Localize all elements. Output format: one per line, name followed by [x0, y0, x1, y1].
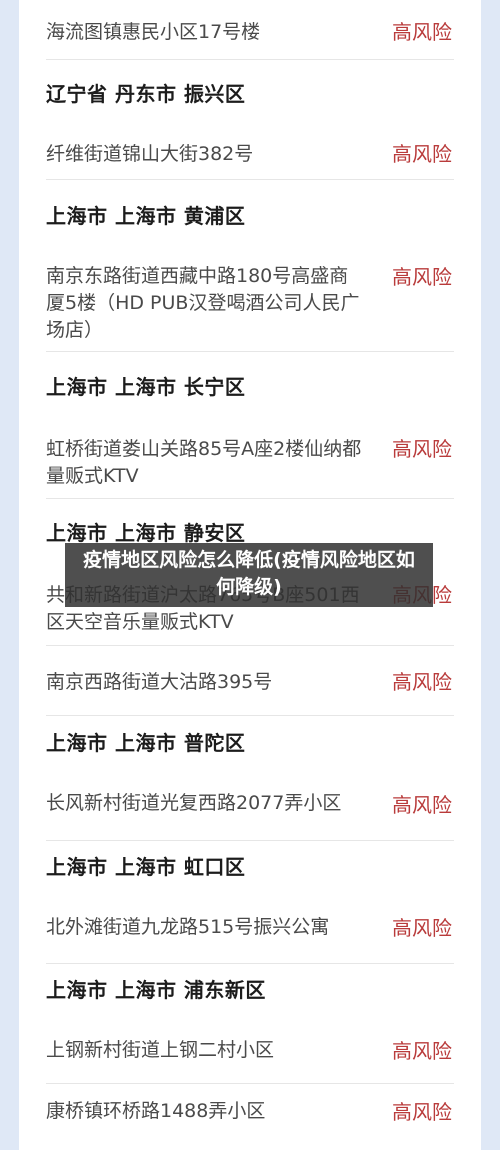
address-text: 南京东路街道西藏中路180号高盛商厦5楼（HD PUB汉登喝酒公司人民广场店）: [46, 265, 360, 341]
risk-badge: 高风险: [392, 142, 452, 166]
list-item: 南京东路街道西藏中路180号高盛商厦5楼（HD PUB汉登喝酒公司人民广场店） …: [46, 240, 454, 352]
list-item: 南京西路街道大沽路395号 高风险: [46, 646, 454, 716]
region-header: 辽宁省 丹东市 振兴区: [46, 82, 246, 106]
address-text: 上钢新村街道上钢二村小区: [46, 1039, 275, 1061]
list-item: 康桥镇环桥路1488弄小区 高风险: [46, 1084, 454, 1150]
region-header: 上海市 上海市 黄浦区: [46, 204, 246, 228]
risk-badge: 高风险: [392, 437, 452, 461]
address-text: 北外滩街道九龙路515号振兴公寓: [46, 916, 330, 938]
risk-badge: 高风险: [392, 916, 452, 940]
list-item: 海流图镇惠民小区17号楼 高风险: [46, 0, 454, 60]
list-item: 虹桥街道娄山关路85号A座2楼仙纳都量贩式KTV 高风险: [46, 412, 454, 499]
list-item: 上钢新村街道上钢二村小区 高风险: [46, 1014, 454, 1084]
address-text: 纤维街道锦山大街382号: [46, 143, 254, 165]
address-text: 南京西路街道大沽路395号: [46, 671, 273, 693]
risk-badge: 高风险: [392, 265, 452, 289]
risk-badge: 高风险: [392, 1039, 452, 1063]
risk-badge: 高风险: [392, 793, 452, 817]
list-item: 长风新村街道光复西路2077弄小区 高风险: [46, 768, 454, 841]
address-text: 虹桥街道娄山关路85号A座2楼仙纳都量贩式KTV: [46, 438, 362, 487]
list-item: 北外滩街道九龙路515号振兴公寓 高风险: [46, 891, 454, 964]
region-header: 上海市 上海市 普陀区: [46, 731, 246, 755]
risk-badge: 高风险: [392, 1100, 452, 1124]
region-header: 上海市 上海市 浦东新区: [46, 978, 266, 1002]
region-header: 上海市 上海市 长宁区: [46, 375, 246, 399]
article-title-overlay: 疫情地区风险怎么降低(疫情风险地区如何降级): [65, 543, 433, 607]
list-item: 纤维街道锦山大街382号 高风险: [46, 120, 454, 180]
risk-badge: 高风险: [392, 670, 452, 694]
address-text: 海流图镇惠民小区17号楼: [46, 21, 261, 43]
address-text: 长风新村街道光复西路2077弄小区: [46, 792, 342, 814]
region-header: 上海市 上海市 虹口区: [46, 855, 246, 879]
address-text: 康桥镇环桥路1488弄小区: [46, 1100, 266, 1122]
risk-badge: 高风险: [392, 20, 452, 44]
